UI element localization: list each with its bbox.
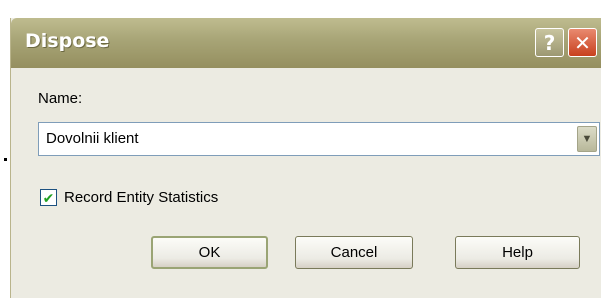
- checkmark-icon: ✔: [42, 189, 55, 206]
- dropdown-arrow-button[interactable]: ▼: [577, 126, 597, 152]
- help-button-label: Help: [502, 244, 533, 261]
- close-button[interactable]: ✕: [568, 28, 597, 57]
- close-icon: ✕: [574, 30, 591, 55]
- record-stats-checkbox[interactable]: ✔: [40, 189, 57, 206]
- dialog-title: Dispose: [25, 30, 110, 52]
- ok-button-label: OK: [198, 244, 221, 261]
- name-label: Name:: [38, 90, 83, 107]
- record-stats-label[interactable]: Record Entity Statistics: [64, 189, 218, 206]
- name-value: Dovolnii klient: [46, 130, 139, 147]
- ok-button[interactable]: OK: [151, 236, 268, 269]
- title-bar[interactable]: Dispose ? ✕: [11, 18, 601, 68]
- chevron-down-icon: ▼: [581, 133, 593, 145]
- stray-pixel: [4, 158, 7, 161]
- question-mark-icon: ?: [543, 30, 556, 55]
- dispose-dialog: Dispose ? ✕ Name: Dovolnii klient ▼ ✔ Re…: [10, 18, 601, 298]
- help-button[interactable]: Help: [455, 236, 580, 269]
- help-icon-button[interactable]: ?: [535, 28, 564, 57]
- cancel-button[interactable]: Cancel: [295, 236, 413, 269]
- name-combobox[interactable]: Dovolnii klient ▼: [38, 122, 600, 156]
- cancel-button-label: Cancel: [330, 244, 378, 261]
